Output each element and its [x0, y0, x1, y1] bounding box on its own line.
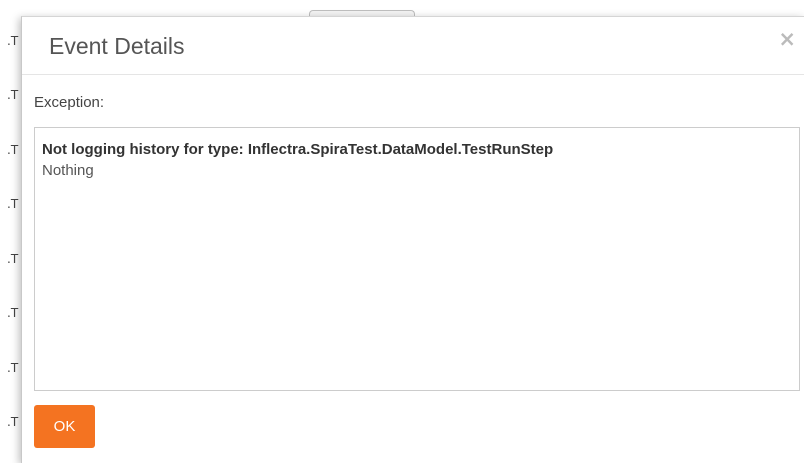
background-row-text: .T	[7, 34, 19, 48]
exception-message: Not logging history for type: Inflectra.…	[42, 141, 554, 158]
background-row-text: .T	[7, 361, 19, 375]
background-row-text: .T	[7, 88, 19, 102]
event-details-dialog: Event Details × Exception: Not logging h…	[21, 16, 804, 463]
dialog-title: Event Details	[49, 33, 185, 59]
background-row-text: .T	[7, 306, 19, 320]
exception-detail: Nothing	[42, 162, 94, 179]
dialog-header: Event Details ×	[22, 17, 804, 75]
background-row-text: .T	[7, 197, 19, 211]
background-row-text: .T	[7, 415, 19, 429]
ok-button[interactable]: OK	[34, 405, 95, 448]
exception-details-box[interactable]: Not logging history for type: Inflectra.…	[34, 127, 800, 391]
close-icon[interactable]: ×	[778, 29, 796, 50]
background-row-text: .T	[7, 143, 19, 157]
background-row-text: .T	[7, 252, 19, 266]
exception-label: Exception:	[34, 94, 105, 111]
page: .T .T .T .T .T .T .T .T Event Details × …	[0, 0, 804, 463]
background-table-fragment: .T .T .T .T .T .T .T .T	[0, 0, 22, 463]
